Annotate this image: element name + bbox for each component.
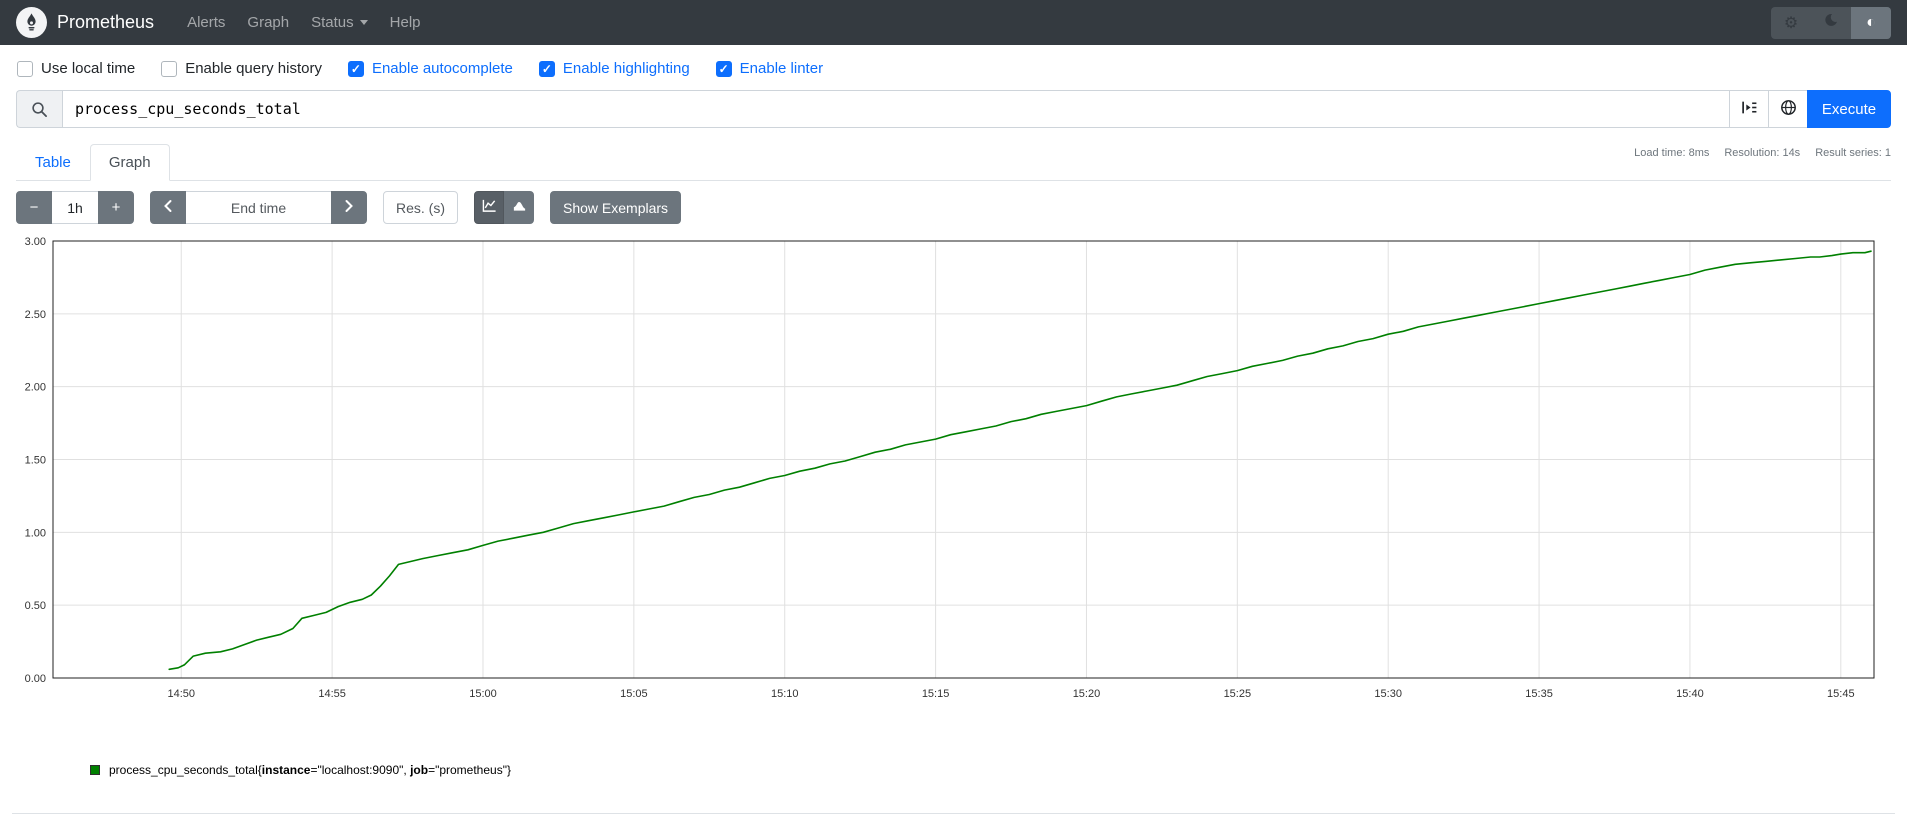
checkbox-use-local-time[interactable]: ✓ Use local time xyxy=(17,60,135,77)
chart-type-group xyxy=(474,191,534,224)
range-decrease-button[interactable]: − xyxy=(16,191,52,224)
time-back-button[interactable] xyxy=(150,191,186,224)
query-expression-input[interactable] xyxy=(62,90,1729,128)
panel-divider xyxy=(12,813,1895,814)
nav-item-help[interactable]: Help xyxy=(379,14,432,31)
tab-graph[interactable]: Graph xyxy=(89,144,170,181)
svg-text:14:50: 14:50 xyxy=(167,688,195,700)
search-icon xyxy=(16,90,62,128)
query-bar: Execute xyxy=(16,90,1891,128)
end-time-input[interactable] xyxy=(186,191,331,224)
legend-item[interactable]: process_cpu_seconds_total{instance="loca… xyxy=(90,763,1891,777)
svg-text:0.00: 0.00 xyxy=(25,673,46,685)
chevron-left-icon xyxy=(162,199,174,217)
svg-text:1.50: 1.50 xyxy=(25,455,46,467)
line-chart-toggle-button[interactable] xyxy=(474,191,504,224)
graph-toolbar: − + xyxy=(16,191,1891,224)
nav-item-graph[interactable]: Graph xyxy=(236,14,300,31)
svg-text:3.00: 3.00 xyxy=(25,236,46,248)
checkbox-icon: ✓ xyxy=(17,60,33,77)
options-row: ✓ Use local time ✓ Enable query history … xyxy=(0,45,1907,77)
moon-icon xyxy=(1824,13,1838,32)
chevron-down-icon xyxy=(359,20,368,25)
svg-text:1.00: 1.00 xyxy=(25,527,46,539)
brand-label: Prometheus xyxy=(57,12,155,32)
checkbox-icon: ✓ xyxy=(538,60,555,77)
navbar: Prometheus Alerts Graph Status Help ⚙ ◐ xyxy=(0,0,1907,45)
brand[interactable]: Prometheus xyxy=(16,7,154,38)
svg-text:14:55: 14:55 xyxy=(318,688,346,700)
metrics-explorer-button[interactable] xyxy=(1729,90,1768,128)
checkbox-enable-query-history[interactable]: ✓ Enable query history xyxy=(161,60,322,77)
series-label: process_cpu_seconds_total{instance="loca… xyxy=(109,763,511,777)
nav-item-status[interactable]: Status xyxy=(300,14,379,31)
time-series-chart[interactable]: 0.00 0.50 1.00 1.50 2.00 2.50 3.00 14:50 14:55 15… xyxy=(16,236,1891,734)
half-circle-icon: ◐ xyxy=(1866,13,1876,31)
dark-theme-button[interactable] xyxy=(1811,7,1851,39)
result-series-stat: Result series: 1 xyxy=(1815,147,1891,159)
stacked-chart-toggle-button[interactable] xyxy=(504,191,534,224)
tab-table[interactable]: Table xyxy=(16,144,90,181)
nav-item-alerts[interactable]: Alerts xyxy=(176,14,236,31)
svg-text:15:45: 15:45 xyxy=(1827,688,1855,700)
globe-icon xyxy=(1780,99,1797,119)
svg-text:15:15: 15:15 xyxy=(922,688,950,700)
show-exemplars-button[interactable]: Show Exemplars xyxy=(550,191,682,224)
line-chart-icon xyxy=(482,198,497,217)
svg-text:15:20: 15:20 xyxy=(1073,688,1101,700)
svg-text:0.50: 0.50 xyxy=(25,600,46,612)
series-color-swatch xyxy=(90,765,100,775)
resolution-input[interactable] xyxy=(383,191,458,224)
resolution-stat: Resolution: 14s xyxy=(1724,147,1801,159)
metrics-explorer-icon xyxy=(1741,99,1758,119)
explain-globe-button[interactable] xyxy=(1768,90,1807,128)
light-theme-button[interactable]: ⚙ xyxy=(1771,7,1811,39)
graph-panel: 0.00 0.50 1.00 1.50 2.00 2.50 3.00 14:50 14:55 15… xyxy=(16,236,1891,777)
svg-text:2.00: 2.00 xyxy=(25,382,46,394)
chevron-right-icon xyxy=(343,199,355,217)
execute-button[interactable]: Execute xyxy=(1807,90,1891,128)
range-increase-button[interactable]: + xyxy=(98,191,134,224)
svg-text:15:10: 15:10 xyxy=(771,688,799,700)
theme-toggle-group: ⚙ ◐ xyxy=(1771,6,1891,39)
auto-theme-button[interactable]: ◐ xyxy=(1851,6,1891,39)
prometheus-logo-icon xyxy=(16,7,47,38)
svg-text:15:25: 15:25 xyxy=(1224,688,1252,700)
query-stats: Load time: 8ms Resolution: 14s Result se… xyxy=(1634,144,1891,180)
svg-text:15:35: 15:35 xyxy=(1525,688,1553,700)
checkbox-enable-linter[interactable]: ✓ Enable linter xyxy=(715,60,823,77)
checkbox-icon: ✓ xyxy=(715,60,732,77)
checkbox-icon: ✓ xyxy=(347,60,364,77)
gear-sun-icon: ⚙ xyxy=(1783,14,1799,32)
time-forward-button[interactable] xyxy=(331,191,367,224)
range-group: − + xyxy=(16,191,134,224)
svg-text:15:00: 15:00 xyxy=(469,688,497,700)
end-time-group xyxy=(150,191,367,224)
checkbox-enable-autocomplete[interactable]: ✓ Enable autocomplete xyxy=(347,60,513,77)
svg-text:2.50: 2.50 xyxy=(25,309,46,321)
svg-text:15:05: 15:05 xyxy=(620,688,648,700)
svg-text:15:40: 15:40 xyxy=(1676,688,1704,700)
result-tabs: Table Graph Load time: 8ms Resolution: 1… xyxy=(16,144,1891,181)
stacked-chart-icon xyxy=(512,198,527,217)
svg-text:15:30: 15:30 xyxy=(1374,688,1402,700)
range-input[interactable] xyxy=(52,191,98,224)
checkbox-icon: ✓ xyxy=(161,60,178,77)
load-time-stat: Load time: 8ms xyxy=(1634,147,1710,159)
checkbox-enable-highlighting[interactable]: ✓ Enable highlighting xyxy=(538,60,690,77)
